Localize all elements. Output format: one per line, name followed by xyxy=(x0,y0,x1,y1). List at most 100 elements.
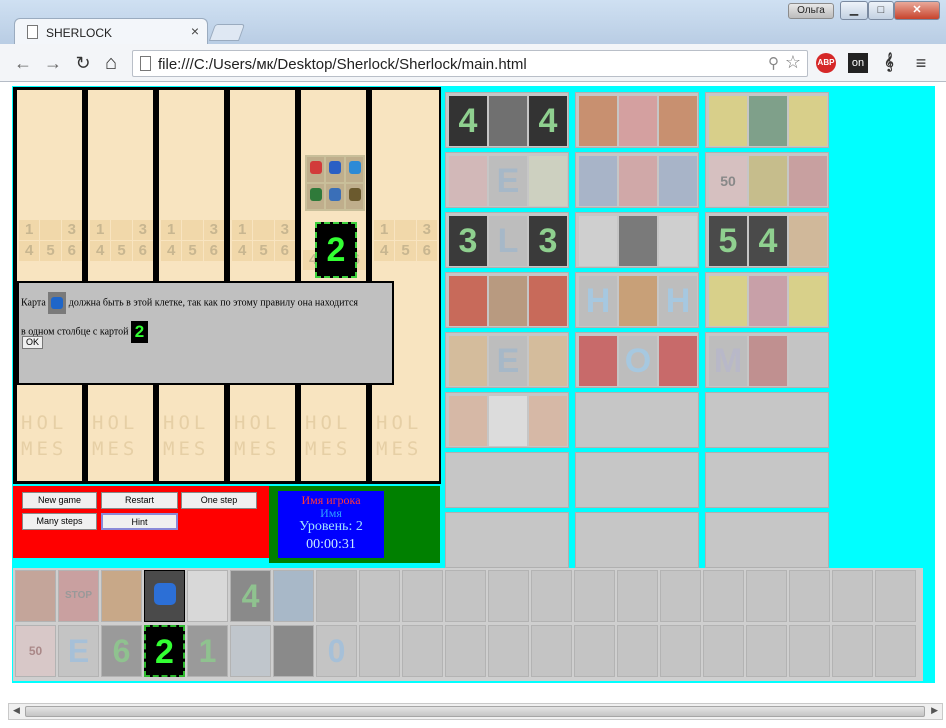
tray-slot[interactable] xyxy=(531,570,572,622)
cell-number[interactable]: 6 xyxy=(203,241,224,261)
clue-cell-empty[interactable] xyxy=(705,512,829,568)
tray-card[interactable]: 1 xyxy=(187,625,228,677)
number-card-selected[interactable]: 2 xyxy=(315,222,357,278)
tray-slot[interactable] xyxy=(617,570,658,622)
cell-empty[interactable] xyxy=(395,220,416,240)
cell-number[interactable]: 3 xyxy=(61,220,82,240)
cell-number[interactable]: 4 xyxy=(161,241,182,261)
cell-number[interactable]: 4 xyxy=(19,241,40,261)
minimize-button[interactable]: ▁ xyxy=(840,1,868,20)
tray-slot[interactable] xyxy=(617,625,658,677)
tray-slot[interactable] xyxy=(402,570,443,622)
tray-slot[interactable] xyxy=(789,625,830,677)
tray-card-selected[interactable] xyxy=(144,570,185,622)
cell-number[interactable]: 3 xyxy=(416,220,437,240)
tray-card[interactable] xyxy=(187,570,228,622)
scroll-left-icon[interactable]: ◀ xyxy=(13,705,20,716)
user-profile-button[interactable]: Ольга xyxy=(788,3,834,19)
tray-card[interactable]: STOP xyxy=(58,570,99,622)
tray-slot[interactable] xyxy=(746,570,787,622)
clue-cell-empty[interactable] xyxy=(575,452,699,508)
many-steps-button[interactable]: Many steps xyxy=(22,513,97,530)
tray-slot[interactable] xyxy=(574,625,615,677)
forward-icon[interactable]: → xyxy=(42,52,64,74)
clue-cell[interactable] xyxy=(445,392,569,448)
ok-button[interactable]: OK xyxy=(22,336,43,349)
tray-card[interactable]: E xyxy=(58,625,99,677)
tray-slot[interactable] xyxy=(832,625,873,677)
cell-number[interactable]: 3 xyxy=(274,220,295,240)
cell-empty[interactable] xyxy=(111,220,132,240)
clue-cell[interactable]: E xyxy=(445,152,569,208)
tray-slot[interactable] xyxy=(445,625,486,677)
scrollbar-thumb[interactable] xyxy=(25,706,925,717)
new-tab-button[interactable] xyxy=(208,24,246,41)
car-card-icon[interactable] xyxy=(326,184,344,209)
scroll-right-icon[interactable]: ▶ xyxy=(931,705,938,716)
tray-slot[interactable] xyxy=(875,570,916,622)
search-icon[interactable]: ⚲ xyxy=(768,54,779,72)
cell-number[interactable]: 1 xyxy=(90,220,111,240)
cell-empty[interactable] xyxy=(182,220,203,240)
car-card-icon[interactable] xyxy=(326,157,344,182)
tray-card[interactable]: 0 xyxy=(316,625,357,677)
cell-number[interactable]: 6 xyxy=(132,241,153,261)
clue-cell[interactable] xyxy=(575,212,699,268)
close-window-button[interactable]: ✕ xyxy=(894,1,940,20)
tray-slot[interactable] xyxy=(875,625,916,677)
tray-card[interactable]: 50 xyxy=(15,625,56,677)
tray-slot[interactable] xyxy=(445,570,486,622)
tray-slot[interactable] xyxy=(660,570,701,622)
new-game-button[interactable]: New game xyxy=(22,492,97,509)
cell-number[interactable]: 6 xyxy=(61,241,82,261)
clue-cell[interactable] xyxy=(575,92,699,148)
extension-on-icon[interactable]: on xyxy=(848,53,868,73)
cell-number[interactable]: 1 xyxy=(19,220,40,240)
clue-cell[interactable]: O xyxy=(575,332,699,388)
cell-number[interactable]: 3 xyxy=(132,220,153,240)
cell-number[interactable]: 6 xyxy=(416,241,437,261)
home-icon[interactable]: ⌂ xyxy=(100,52,122,74)
clue-cell[interactable] xyxy=(705,272,829,328)
cell-number[interactable]: 4 xyxy=(90,241,111,261)
tray-card[interactable]: 4 xyxy=(230,570,271,622)
clue-cell[interactable] xyxy=(575,152,699,208)
clue-cell[interactable]: E xyxy=(445,332,569,388)
tray-slot[interactable] xyxy=(359,625,400,677)
cell-number[interactable]: 4 xyxy=(232,241,253,261)
cell-number[interactable]: 5 xyxy=(395,241,416,261)
cell-number[interactable]: 1 xyxy=(161,220,182,240)
cell-empty[interactable] xyxy=(253,220,274,240)
cell-number[interactable]: 5 xyxy=(253,241,274,261)
tray-slot[interactable] xyxy=(359,570,400,622)
tray-card[interactable] xyxy=(273,570,314,622)
clue-cell[interactable] xyxy=(705,92,829,148)
cell-empty[interactable] xyxy=(40,220,61,240)
tray-slot[interactable] xyxy=(402,625,443,677)
one-step-button[interactable]: One step xyxy=(181,492,257,509)
tray-card[interactable] xyxy=(316,570,357,622)
car-card-icon[interactable] xyxy=(345,157,363,182)
tray-slot[interactable] xyxy=(832,570,873,622)
address-bar[interactable]: file:///C:/Users/мк/Desktop/Sherlock/She… xyxy=(132,50,808,77)
tray-card[interactable]: 6 xyxy=(101,625,142,677)
tray-slot[interactable] xyxy=(703,570,744,622)
letter-cells[interactable]: HOL MES xyxy=(376,410,436,462)
tray-slot[interactable] xyxy=(488,570,529,622)
cell-number[interactable]: 5 xyxy=(111,241,132,261)
candidate-cards[interactable] xyxy=(305,155,365,211)
adblock-icon[interactable]: ABP xyxy=(816,53,836,73)
tray-number-card-selected[interactable]: 2 xyxy=(144,625,185,677)
letter-cells[interactable]: HOL MES xyxy=(305,410,365,462)
clue-cell[interactable]: M xyxy=(705,332,829,388)
clue-cell[interactable]: 3 L 3 xyxy=(445,212,569,268)
letter-cells[interactable]: HOL MES xyxy=(21,410,81,462)
cell-number[interactable]: 3 xyxy=(203,220,224,240)
clue-cell-empty[interactable] xyxy=(705,452,829,508)
clue-cell-empty[interactable] xyxy=(575,392,699,448)
cell-number[interactable]: 5 xyxy=(40,241,61,261)
tray-card[interactable] xyxy=(101,570,142,622)
reload-icon[interactable]: ↻ xyxy=(72,52,94,74)
browser-tab[interactable]: SHERLOCK × xyxy=(14,18,208,46)
hint-button[interactable]: Hint xyxy=(101,513,178,530)
